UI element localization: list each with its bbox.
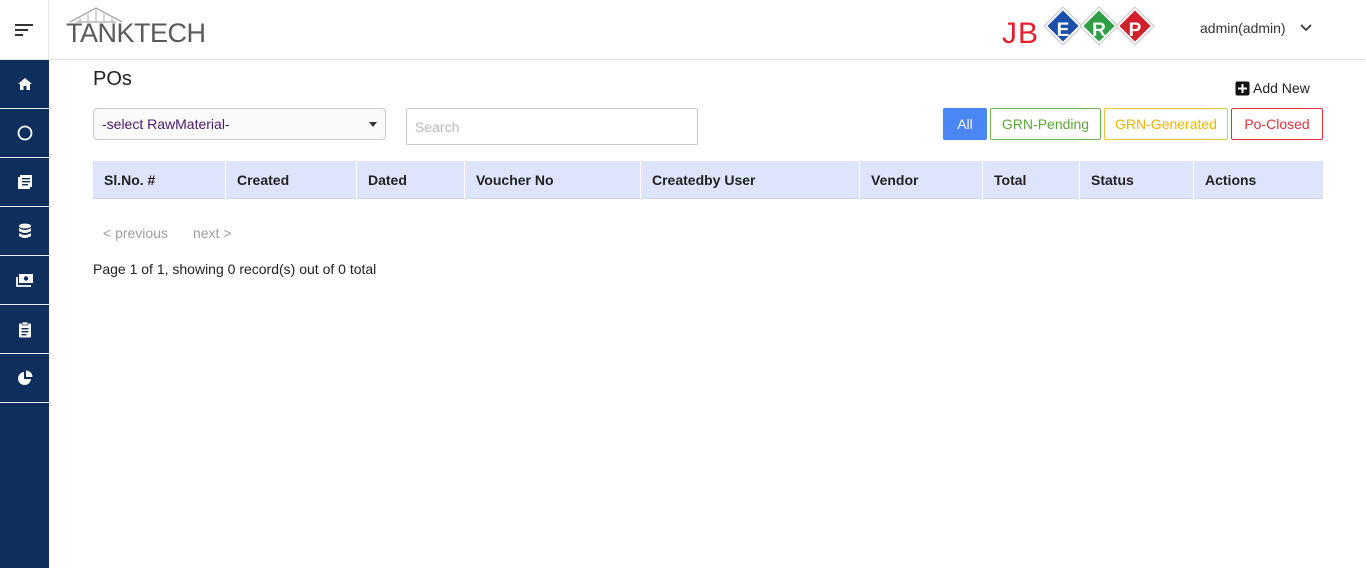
tab-grn-pending[interactable]: GRN-Pending: [990, 108, 1101, 140]
home-icon: [17, 78, 32, 90]
page-info: Page 1 of 1, showing 0 record(s) out of …: [93, 261, 377, 277]
sidebar-item-circle[interactable]: [0, 109, 49, 158]
database-icon: [18, 223, 31, 238]
add-new-label: Add New: [1253, 80, 1310, 96]
erp-letter-e: E: [1056, 20, 1070, 41]
pie-chart-icon: [17, 370, 32, 385]
menu-lines-icon: [15, 24, 33, 36]
raw-material-select-value: -select RawMaterial-: [102, 116, 230, 132]
column-header-dated[interactable]: Dated: [357, 161, 465, 199]
book-icon: [17, 175, 32, 189]
previous-page-link[interactable]: < previous: [103, 225, 168, 241]
sidebar-item-money[interactable]: [0, 256, 49, 305]
clipboard-icon: [18, 321, 31, 337]
sidebar-item-database[interactable]: [0, 207, 49, 256]
column-header-created[interactable]: Created: [226, 161, 357, 199]
tab-po-closed[interactable]: Po-Closed: [1231, 108, 1323, 140]
chevron-down-icon: [1300, 24, 1312, 32]
sidebar-item-reports[interactable]: [0, 354, 49, 403]
top-bar: TANKTECH JB E R P admin(admin): [0, 0, 1366, 60]
user-label: admin(admin): [1200, 20, 1286, 36]
user-menu[interactable]: admin(admin): [1200, 20, 1312, 36]
tab-all[interactable]: All: [943, 108, 987, 140]
tab-grn-generated[interactable]: GRN-Generated: [1104, 108, 1228, 140]
column-header-sl-no[interactable]: Sl.No. #: [93, 161, 226, 199]
column-header-voucher-no[interactable]: Voucher No: [465, 161, 641, 199]
brand-name: TANKTECH: [66, 18, 206, 48]
sidebar-item-home[interactable]: [0, 60, 49, 109]
brand-logo[interactable]: TANKTECH: [66, 6, 206, 50]
pos-table-header: Sl.No. # Created Dated Voucher No Create…: [93, 161, 1323, 199]
sidebar: [0, 60, 49, 568]
erp-logo-jb: JB: [1002, 17, 1040, 50]
erp-letter-p: P: [1128, 20, 1142, 41]
jb-erp-logo: JB E R P: [1002, 7, 1157, 50]
column-header-actions[interactable]: Actions: [1194, 161, 1323, 199]
column-header-status[interactable]: Status: [1080, 161, 1194, 199]
sidebar-item-books[interactable]: [0, 158, 49, 207]
raw-material-select[interactable]: -select RawMaterial-: [93, 108, 386, 140]
plus-square-icon: [1235, 81, 1250, 95]
search-input[interactable]: [406, 108, 698, 145]
menu-toggle-button[interactable]: [0, 0, 49, 60]
money-icon: [15, 274, 33, 287]
column-header-vendor[interactable]: Vendor: [860, 161, 983, 199]
circle-icon: [17, 125, 32, 141]
add-new-button[interactable]: Add New: [1235, 80, 1310, 96]
caret-down-icon: [369, 121, 377, 127]
erp-letter-r: R: [1092, 20, 1106, 41]
column-header-createdby-user[interactable]: Createdby User: [641, 161, 860, 199]
column-header-total[interactable]: Total: [983, 161, 1080, 199]
sidebar-item-clipboard[interactable]: [0, 305, 49, 354]
next-page-link[interactable]: next >: [193, 225, 232, 241]
page-title: POs: [93, 68, 132, 90]
pagination: < previous next >: [103, 225, 232, 241]
